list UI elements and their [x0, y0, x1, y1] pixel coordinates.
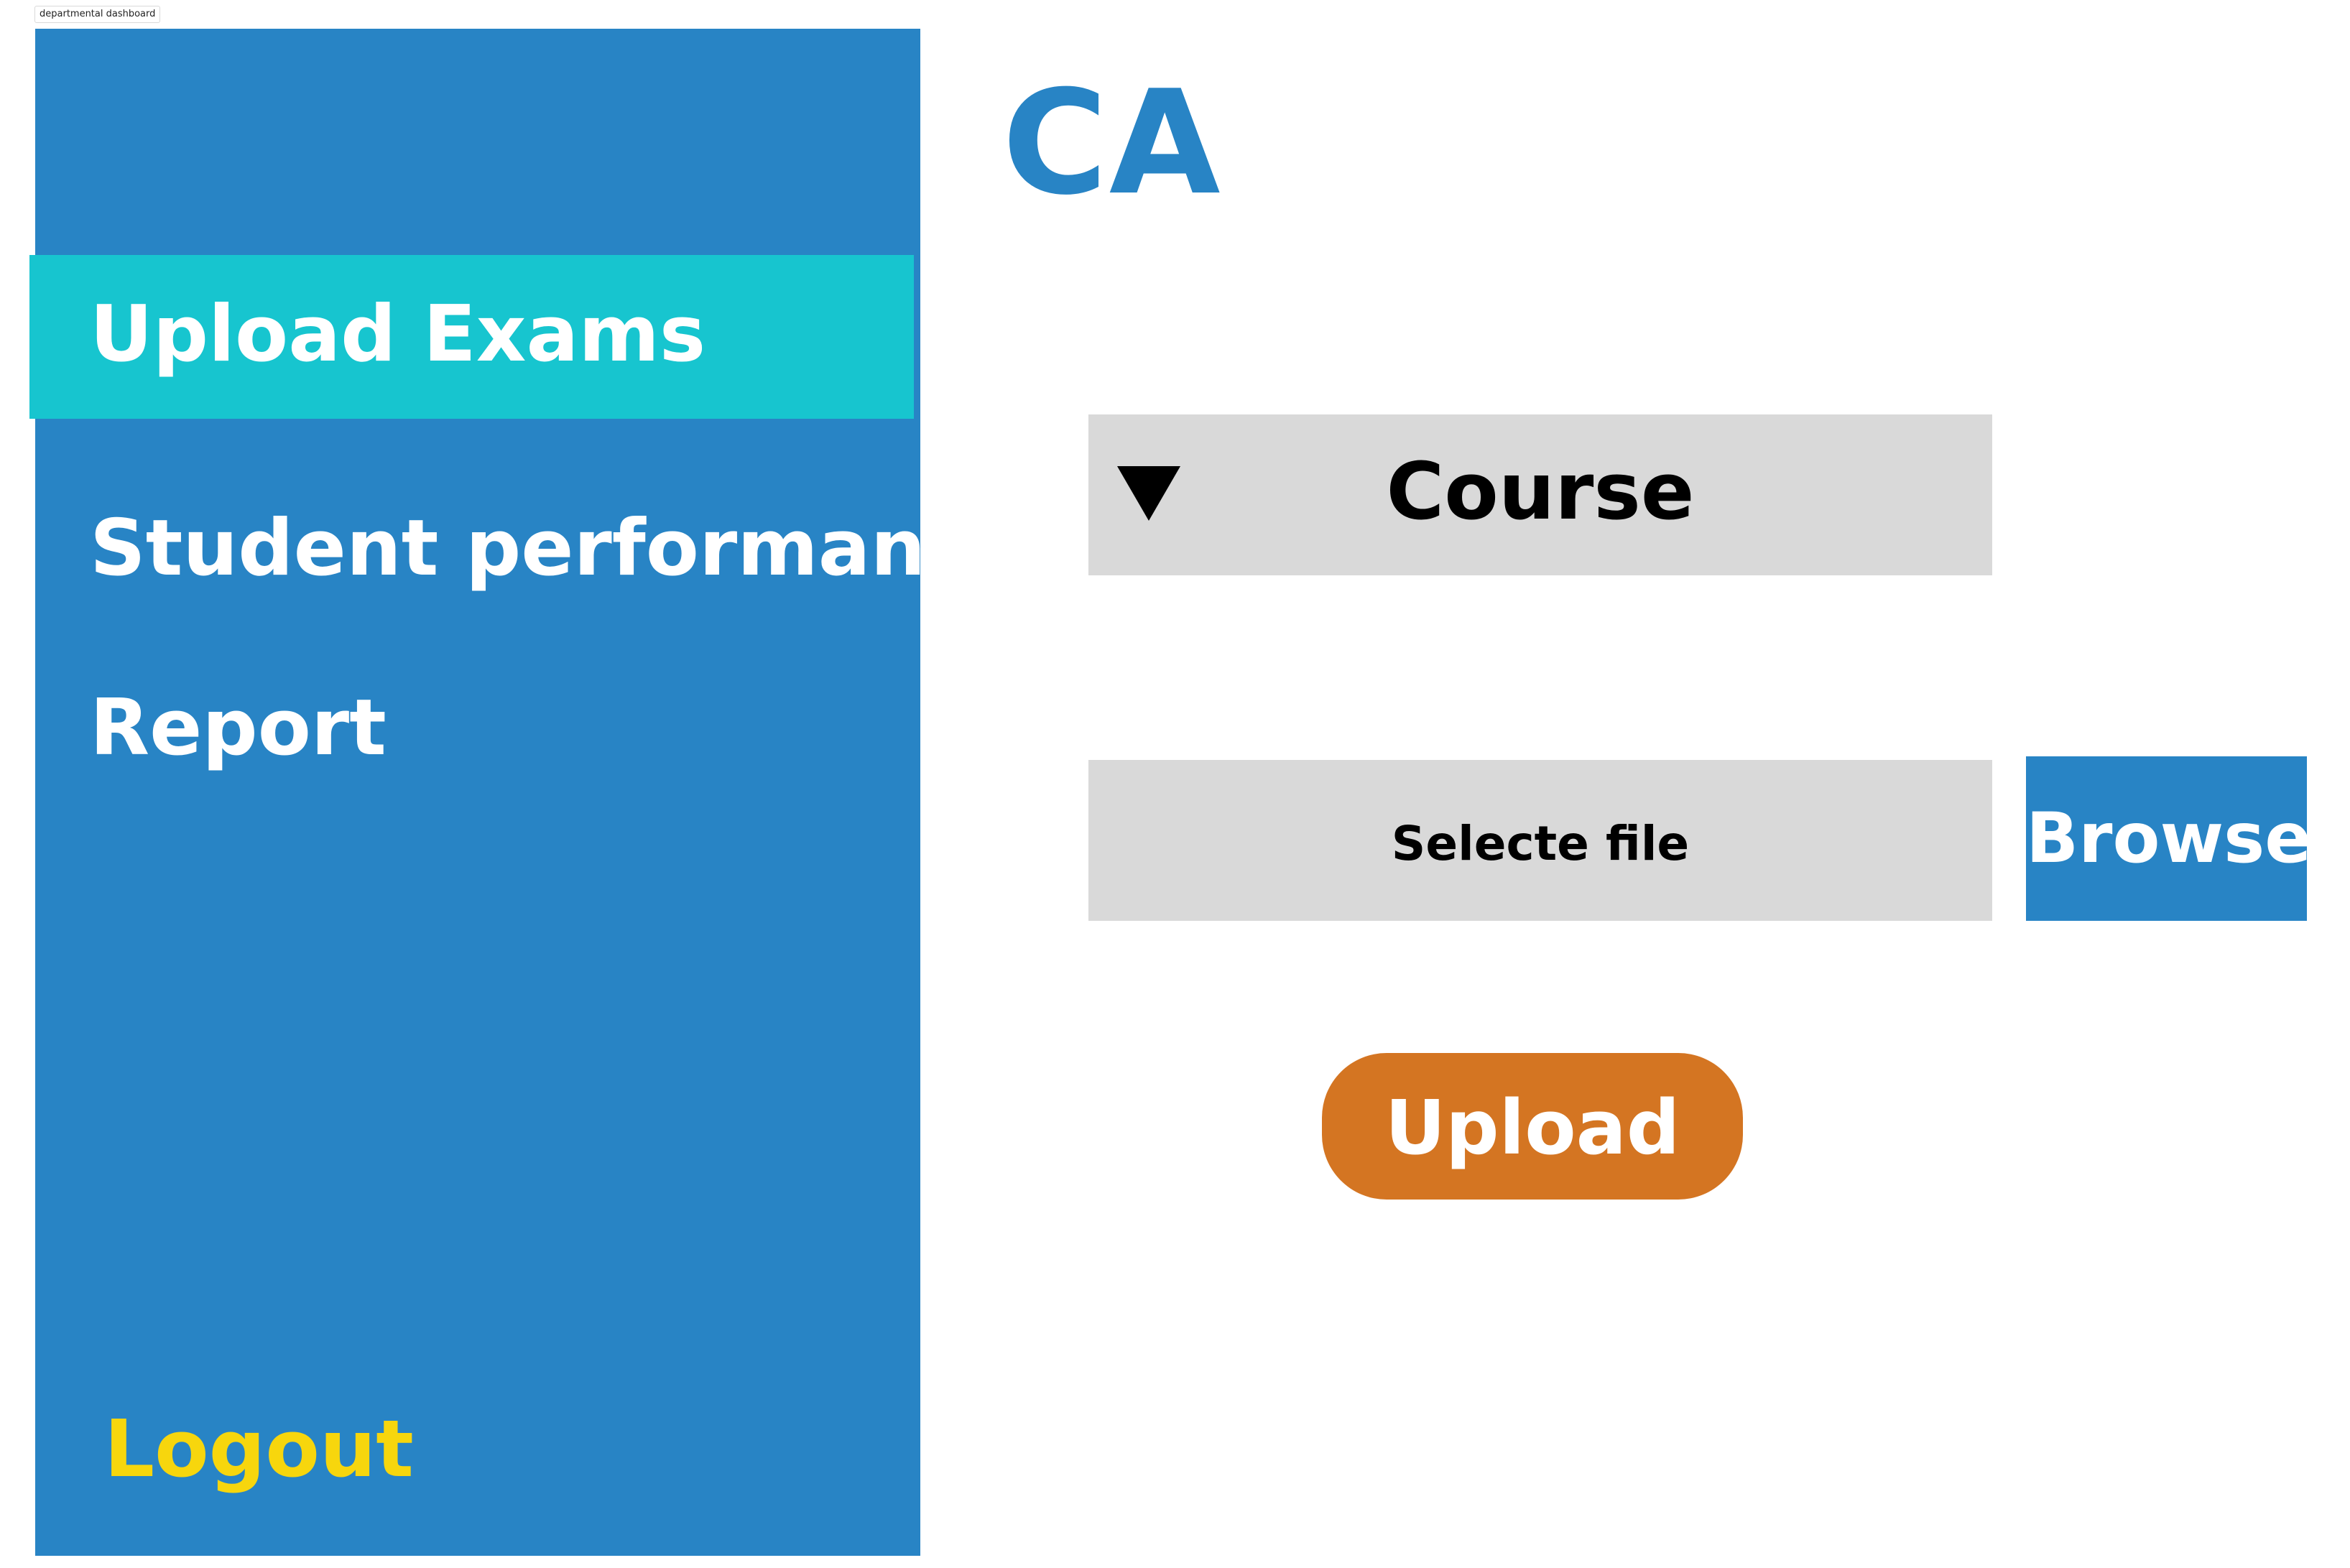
course-dropdown-label: Course — [1386, 445, 1695, 537]
file-select-placeholder: Selecte file — [1391, 816, 1690, 871]
sidebar-item-student-performance[interactable]: Student performance — [90, 510, 1024, 588]
upload-button[interactable]: Upload — [1322, 1053, 1743, 1200]
sidebar-item-upload-exams-label[interactable]: Upload Exams — [90, 296, 706, 374]
upload-button-label: Upload — [1384, 1084, 1680, 1172]
file-select-field[interactable]: Selecte file — [1088, 760, 1992, 921]
frame-label: departmental dashboard — [34, 6, 161, 23]
logout-link[interactable]: Logout — [104, 1409, 414, 1488]
browse-button[interactable]: Browse — [2026, 756, 2312, 921]
course-dropdown[interactable]: Course — [1088, 414, 1992, 575]
page-title: CA — [1002, 60, 1222, 227]
sidebar-item-report[interactable]: Report — [90, 690, 387, 767]
browse-button-label: Browse — [2026, 798, 2312, 878]
